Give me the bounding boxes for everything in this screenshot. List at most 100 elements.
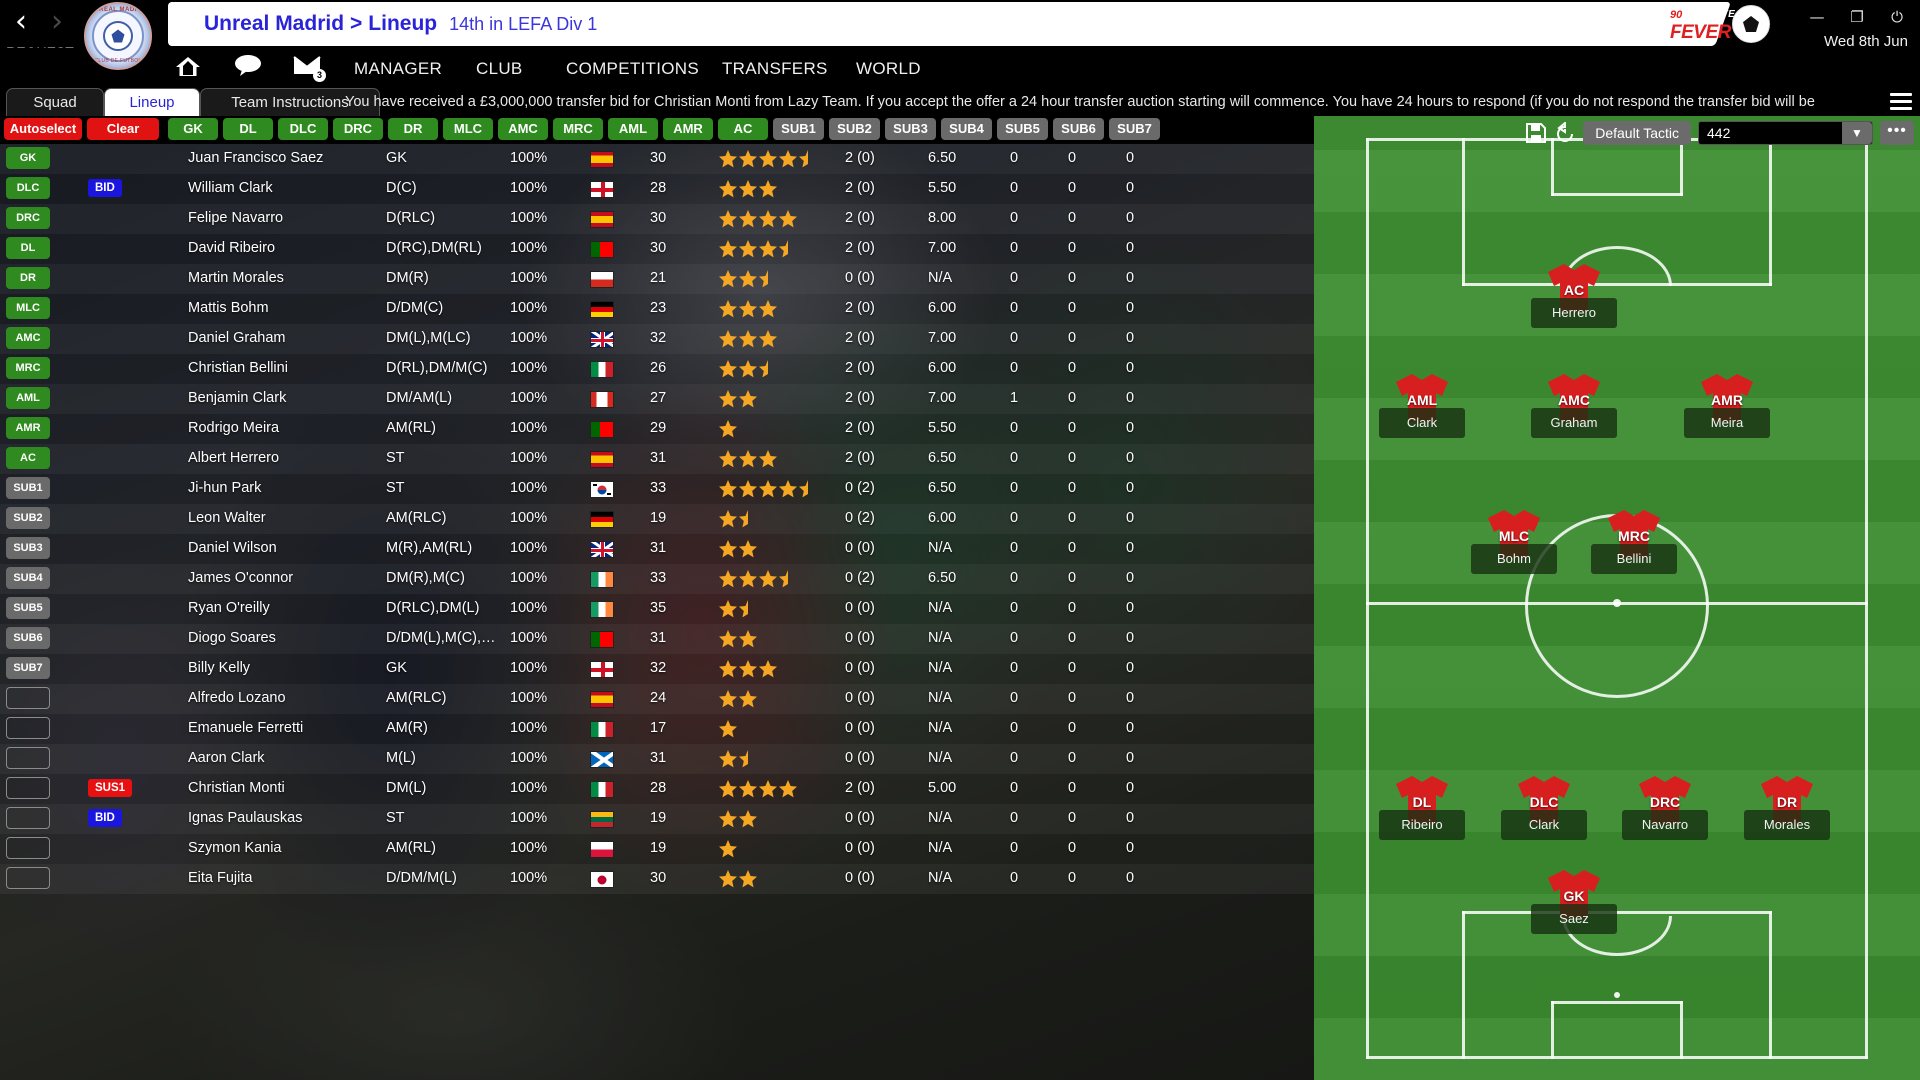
tab-squad[interactable]: Squad xyxy=(6,88,104,116)
pkd-badge[interactable]: AML xyxy=(6,387,50,409)
position-button-drc[interactable]: DRC xyxy=(333,118,383,140)
info-badge[interactable]: BID xyxy=(88,179,122,197)
cell-name[interactable]: Alfredo Lozano xyxy=(188,690,286,706)
position-button-mlc[interactable]: MLC xyxy=(443,118,493,140)
pkd-badge[interactable] xyxy=(6,747,50,769)
cell-name[interactable]: James O'connor xyxy=(188,570,293,586)
formation-select[interactable]: 442 ▼ xyxy=(1698,121,1873,145)
table-row[interactable]: SUS1 Christian Monti DM(L) 100% 28 2 (0) 5.00 0… xyxy=(0,774,1314,804)
cell-name[interactable]: William Clark xyxy=(188,180,273,196)
position-button-gk[interactable]: GK xyxy=(168,118,218,140)
pkd-badge[interactable]: DRC xyxy=(6,207,50,229)
pkd-badge[interactable]: SUB4 xyxy=(6,567,50,589)
table-row[interactable]: Eita Fujita D/DM/M(L) 100% 30 0 (0) N/A 0 0 0 xyxy=(0,864,1314,894)
pitch-player-dl[interactable]: DL Ribeiro xyxy=(1379,774,1465,840)
position-button-mrc[interactable]: MRC xyxy=(553,118,603,140)
club-crest-icon[interactable]: UNREAL MADRID CLUB DE FUTBOL xyxy=(84,2,152,70)
undo-icon[interactable] xyxy=(1554,120,1576,144)
table-row[interactable]: SUB6 Diogo Soares D/DM(L),M(C),… 100% 31 0 (0… xyxy=(0,624,1314,654)
sub-button-sub1[interactable]: SUB1 xyxy=(773,118,824,140)
cell-name[interactable]: Ryan O'reilly xyxy=(188,600,270,616)
pitch-player-dlc[interactable]: DLC Clark xyxy=(1501,774,1587,840)
menu-item-world[interactable]: WORLD xyxy=(856,59,921,79)
pitch-player-dr[interactable]: DR Morales xyxy=(1744,774,1830,840)
pkd-badge[interactable] xyxy=(6,837,50,859)
home-icon[interactable] xyxy=(168,54,208,82)
pkd-badge[interactable]: AMC xyxy=(6,327,50,349)
table-row[interactable]: SUB5 Ryan O'reilly D(RLC),DM(L) 100% 35 0 (0)… xyxy=(0,594,1314,624)
default-tactic-button[interactable]: Default Tactic xyxy=(1583,121,1691,145)
cell-name[interactable]: David Ribeiro xyxy=(188,240,275,256)
menu-item-manager[interactable]: MANAGER xyxy=(354,59,442,79)
forward-arrow-icon[interactable]: › xyxy=(40,2,74,42)
cell-name[interactable]: Felipe Navarro xyxy=(188,210,283,226)
cell-name[interactable]: Diogo Soares xyxy=(188,630,276,646)
breadcrumb-club[interactable]: Unreal Madrid xyxy=(204,12,344,36)
pkd-badge[interactable]: SUB2 xyxy=(6,507,50,529)
autoselect-button[interactable]: Autoselect xyxy=(4,118,82,140)
menu-item-club[interactable]: CLUB xyxy=(476,59,523,79)
cell-name[interactable]: Ignas Paulauskas xyxy=(188,810,302,826)
sub-button-sub2[interactable]: SUB2 xyxy=(829,118,880,140)
cell-name[interactable]: Christian Monti xyxy=(188,780,285,796)
position-button-amr[interactable]: AMR xyxy=(663,118,713,140)
pitch-player-gk[interactable]: GK Saez xyxy=(1531,868,1617,934)
sub-button-sub6[interactable]: SUB6 xyxy=(1053,118,1104,140)
cell-name[interactable]: Szymon Kania xyxy=(188,840,282,856)
table-row[interactable]: Alfredo Lozano AM(RLC) 100% 24 0 (0) N/A 0 0 0 xyxy=(0,684,1314,714)
pkd-badge[interactable]: DL xyxy=(6,237,50,259)
pkd-badge[interactable]: DR xyxy=(6,267,50,289)
table-row[interactable]: SUB1 Ji-hun Park ST 100% 33 0 (2) 6.50 0 0 0 xyxy=(0,474,1314,504)
pkd-badge[interactable]: MLC xyxy=(6,297,50,319)
news-ticker[interactable]: You have received a £3,000,000 transfer … xyxy=(345,88,1815,116)
info-badge[interactable]: BID xyxy=(88,809,122,827)
cell-name[interactable]: Daniel Wilson xyxy=(188,540,277,556)
pkd-badge[interactable]: SUB1 xyxy=(6,477,50,499)
cell-name[interactable]: Albert Herrero xyxy=(188,450,279,466)
sub-button-sub4[interactable]: SUB4 xyxy=(941,118,992,140)
pkd-badge[interactable]: GK xyxy=(6,147,50,169)
table-row[interactable]: AML Benjamin Clark DM/AM(L) 100% 27 2 (0) 7.00… xyxy=(0,384,1314,414)
pkd-badge[interactable]: SUB5 xyxy=(6,597,50,619)
pkd-badge[interactable]: AC xyxy=(6,447,50,469)
hamburger-menu-icon[interactable] xyxy=(1890,93,1912,111)
pitch-player-mlc[interactable]: MLC Bohm xyxy=(1471,508,1557,574)
pitch-player-aml[interactable]: AML Clark xyxy=(1379,372,1465,438)
position-button-dl[interactable]: DL xyxy=(223,118,273,140)
table-row[interactable]: Emanuele Ferretti AM(R) 100% 17 0 (0) N/A 0 0 0 xyxy=(0,714,1314,744)
table-row[interactable]: SUB4 James O'connor DM(R),M(C) 100% 33 0 (2) 6… xyxy=(0,564,1314,594)
pkd-badge[interactable]: SUB6 xyxy=(6,627,50,649)
table-row[interactable]: SUB7 Billy Kelly GK 100% 32 0 (0) N/A 0 0 0 xyxy=(0,654,1314,684)
table-row[interactable]: AMR Rodrigo Meira AM(RL) 100% 29 2 (0) 5.50 0 0 0 xyxy=(0,414,1314,444)
mail-icon[interactable]: 3 xyxy=(288,54,328,82)
cell-name[interactable]: Emanuele Ferretti xyxy=(188,720,303,736)
table-row[interactable]: AC Albert Herrero ST 100% 31 2 (0) 6.50 0 0 0 xyxy=(0,444,1314,474)
restore-icon[interactable]: ❐ xyxy=(1848,8,1866,26)
back-arrow-icon[interactable]: ‹ xyxy=(4,2,38,42)
cell-name[interactable]: Martin Morales xyxy=(188,270,284,286)
table-row[interactable]: DR Martin Morales DM(R) 100% 21 0 (0) N/A 0 0 0 xyxy=(0,264,1314,294)
table-row[interactable]: BID Ignas Paulauskas ST 100% 19 0 (0) N/A 0 0 0 xyxy=(0,804,1314,834)
minimize-icon[interactable]: — xyxy=(1808,8,1826,26)
tab-lineup[interactable]: Lineup xyxy=(104,88,200,116)
cell-name[interactable]: Benjamin Clark xyxy=(188,390,286,406)
save-icon[interactable] xyxy=(1525,122,1547,144)
chat-icon[interactable] xyxy=(228,54,268,82)
table-row[interactable]: Szymon Kania AM(RL) 100% 19 0 (0) N/A 0 0 0 xyxy=(0,834,1314,864)
position-button-amc[interactable]: AMC xyxy=(498,118,548,140)
info-badge[interactable]: SUS1 xyxy=(88,779,133,797)
table-row[interactable]: AMC Daniel Graham DM(L),M(LC) 100% 32 2 (0) 7.… xyxy=(0,324,1314,354)
cell-name[interactable]: Billy Kelly xyxy=(188,660,250,676)
cell-name[interactable]: Christian Bellini xyxy=(188,360,288,376)
pkd-badge[interactable] xyxy=(6,687,50,709)
cell-name[interactable]: Rodrigo Meira xyxy=(188,420,279,436)
cell-name[interactable]: Leon Walter xyxy=(188,510,266,526)
pitch-player-ac[interactable]: AC Herrero xyxy=(1531,262,1617,328)
pkd-badge[interactable]: SUB7 xyxy=(6,657,50,679)
position-button-dlc[interactable]: DLC xyxy=(278,118,328,140)
pkd-badge[interactable]: AMR xyxy=(6,417,50,439)
clear-button[interactable]: Clear xyxy=(87,118,159,140)
table-row[interactable]: DLC BID William Clark D(C) 100% 28 2 (0) 5.50 0 0… xyxy=(0,174,1314,204)
pkd-badge[interactable] xyxy=(6,807,50,829)
pitch-player-drc[interactable]: DRC Navarro xyxy=(1622,774,1708,840)
